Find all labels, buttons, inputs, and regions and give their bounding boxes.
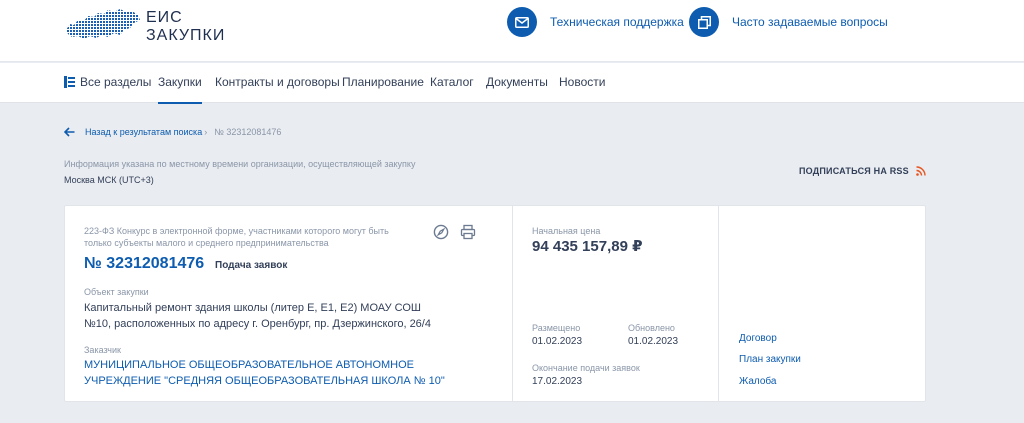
object-label: Объект закупки: [84, 287, 149, 297]
updated-label: Обновлено: [628, 323, 675, 333]
complaint-link[interactable]: Жалоба: [739, 376, 776, 387]
back-to-results-link[interactable]: Назад к результатам поиска: [85, 127, 202, 137]
support-label: Техническая поддержка: [550, 15, 684, 29]
contract-link[interactable]: Договор: [739, 333, 777, 344]
timezone-note: Информация указана по местному времени о…: [64, 159, 416, 169]
print-icon[interactable]: [460, 224, 476, 240]
initial-price: 94 435 157,89 ₽: [532, 238, 643, 255]
copy-icon: [689, 7, 719, 37]
logo-line-1: ЕИС: [146, 9, 183, 26]
logo-line-2: ЗАКУПКИ: [146, 27, 226, 44]
posted-date: 01.02.2023: [532, 336, 583, 347]
nav-all-sections[interactable]: Все разделы: [64, 75, 151, 89]
arrow-left-icon[interactable]: [64, 127, 75, 137]
eis-logo[interactable]: ЕИС ЗАКУПКИ: [64, 6, 234, 46]
posted-label: Размещено: [532, 323, 581, 333]
object-description: Капитальный ремонт здания школы (литер Е…: [84, 302, 431, 330]
procurement-law-type: 223-ФЗ Конкурс в электронной форме, учас…: [84, 226, 389, 248]
compass-icon[interactable]: [433, 224, 449, 240]
nav-planning[interactable]: Планирование: [342, 75, 424, 89]
procurement-plan-link[interactable]: План закупки: [739, 354, 801, 365]
price-label: Начальная цена: [532, 226, 601, 236]
customer-link[interactable]: МУНИЦИПАЛЬНОЕ ОБЩЕОБРАЗОВАТЕЛЬНОЕ АВТОНО…: [84, 357, 484, 389]
top-header: ЕИС ЗАКУПКИ Техническая поддержка Часто …: [0, 0, 1024, 62]
support-link[interactable]: Техническая поддержка: [507, 7, 684, 37]
nav-label: Все разделы: [80, 75, 152, 89]
nav-news[interactable]: Новости: [559, 75, 605, 89]
rss-subscribe-link[interactable]: ПОДПИСАТЬСЯ НА RSS: [799, 166, 909, 176]
purchase-stage: Подача заявок: [215, 260, 288, 271]
nav-catalog[interactable]: Каталог: [430, 75, 474, 89]
russia-map-icon: [66, 9, 140, 39]
deadline-label: Окончание подачи заявок: [532, 363, 640, 373]
breadcrumb: Назад к результатам поиска › № 323120814…: [64, 125, 281, 139]
rss-icon[interactable]: [916, 166, 926, 176]
sections-icon: [64, 76, 75, 88]
column-divider: [512, 206, 513, 401]
main-nav: Все разделы Закупки Контракты и договоры…: [0, 63, 1024, 104]
timezone-value: Москва МСК (UTC+3): [64, 175, 154, 185]
nav-documents[interactable]: Документы: [486, 75, 548, 89]
customer-label: Заказчик: [84, 345, 121, 355]
updated-date: 01.02.2023: [628, 336, 679, 347]
breadcrumb-current: № 32312081476: [214, 127, 282, 137]
purchase-card: 223-ФЗ Конкурс в электронной форме, учас…: [64, 205, 926, 402]
mail-icon: [507, 7, 537, 37]
purchase-number[interactable]: № 32312081476: [84, 255, 204, 273]
nav-purchases[interactable]: Закупки: [158, 75, 202, 104]
breadcrumb-separator: ›: [204, 127, 208, 137]
column-divider: [718, 206, 719, 401]
deadline-date: 17.02.2023: [532, 376, 583, 387]
nav-contracts[interactable]: Контракты и договоры: [215, 75, 340, 89]
faq-link[interactable]: Часто задаваемые вопросы: [689, 7, 888, 37]
faq-label: Часто задаваемые вопросы: [732, 15, 888, 29]
logo-text: ЕИС ЗАКУПКИ: [146, 9, 225, 45]
